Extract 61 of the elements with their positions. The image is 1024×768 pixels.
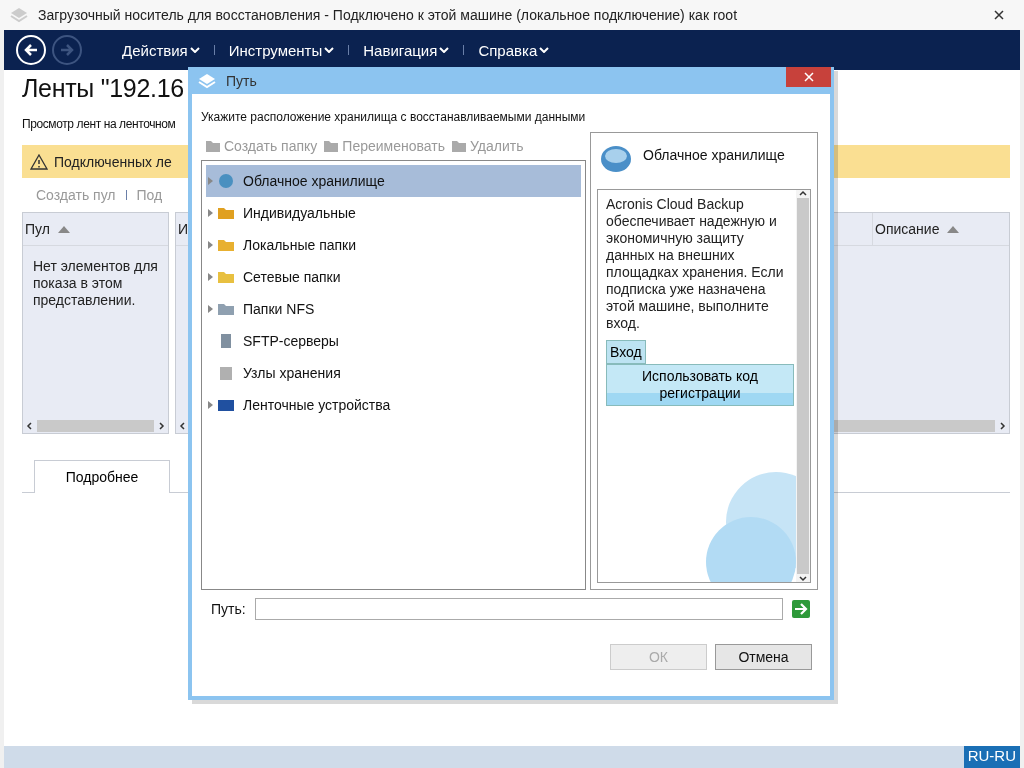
dialog-title: Путь: [226, 72, 257, 89]
cancel-button[interactable]: Отмена: [715, 644, 812, 670]
path-input[interactable]: [254, 598, 783, 620]
folder-icon: [217, 237, 235, 253]
chevron-down-icon: [324, 47, 335, 53]
chevron-down-icon: [189, 47, 200, 53]
chevron-down-icon: [799, 574, 807, 582]
go-arrow-icon[interactable]: [791, 600, 810, 618]
sort-arrow-icon: [57, 225, 70, 233]
layers-icon: [198, 72, 216, 89]
forward-button[interactable]: [52, 35, 82, 65]
path-label: Путь:: [211, 601, 246, 617]
login-button[interactable]: Вход: [606, 340, 646, 364]
chevron-down-icon: [439, 47, 450, 53]
chevron-right-icon: [998, 422, 1006, 430]
folder-icon: [205, 139, 221, 153]
chevron-right-icon: [157, 422, 165, 430]
menu-item[interactable]: Навигация: [355, 41, 458, 59]
tree-item[interactable]: Индивидуальные: [206, 197, 581, 229]
tree-item[interactable]: Сетевые папки: [206, 261, 581, 293]
tab[interactable]: Подробнее: [34, 460, 170, 493]
chevron-left-icon: [179, 422, 187, 430]
folder-icon: [323, 139, 340, 153]
chevron-up-icon: [799, 190, 807, 198]
empty-message: Нет элементов для показа в этом представлении.: [32, 257, 159, 310]
tree-item[interactable]: Узлы хранения: [206, 357, 581, 389]
chevron-down-icon: [539, 47, 550, 53]
tree-item[interactable]: Папки NFS: [206, 293, 581, 325]
folder-icon: [217, 205, 235, 221]
page-heading: Ленты "192.16: [22, 74, 184, 103]
arrow-left-icon: [24, 43, 38, 57]
column-header[interactable]: Пул: [23, 213, 74, 245]
tree-item[interactable]: SFTP-серверы: [206, 325, 581, 357]
arrow-right-icon: [60, 43, 74, 57]
tree-item[interactable]: Облачное хранилище: [206, 165, 581, 197]
info-title: Облачное хранилище: [643, 147, 785, 163]
page-subtitle: Просмотр лент на ленточном: [22, 117, 176, 131]
close-icon: [994, 10, 1004, 20]
folder-icon: [217, 269, 235, 285]
folder-icon: [450, 139, 467, 153]
column-header[interactable]: И: [176, 213, 193, 245]
warning-text: Подключенных ле: [54, 153, 172, 170]
layers-icon: [10, 7, 28, 23]
sort-arrow-icon: [947, 225, 960, 233]
registration-code-button[interactable]: Использовать код регистрации: [606, 364, 794, 406]
window-title: Загрузочный носитель для восстановления - Подключено к этой машине (локальное подключение) как root: [38, 7, 738, 23]
instruction-text: Укажите расположение хранилища с восстанавливаемыми данными: [201, 110, 587, 124]
close-icon: [803, 71, 814, 82]
folder-icon: [217, 301, 235, 317]
tree-item[interactable]: Локальные папки: [206, 229, 581, 261]
vertical-scrollbar[interactable]: [796, 190, 810, 582]
menu-item[interactable]: Справка: [470, 41, 558, 59]
warning-icon: [30, 153, 48, 170]
chevron-left-icon: [26, 422, 34, 430]
menu-item[interactable]: Инструменты: [220, 41, 343, 59]
back-button[interactable]: [16, 35, 46, 65]
locale-indicator[interactable]: RU-RU: [963, 746, 1020, 768]
column-header[interactable]: Описание: [872, 213, 1009, 245]
tree-item[interactable]: Ленточные устройства: [206, 389, 581, 421]
info-description: Acronis Cloud Backup обеспечивает надежную и экономичную защиту данных на внешних площадках хранения. Если подписка уже назначена этой машине, выполните вход.: [606, 196, 785, 332]
menu-item[interactable]: Действия: [114, 41, 208, 59]
